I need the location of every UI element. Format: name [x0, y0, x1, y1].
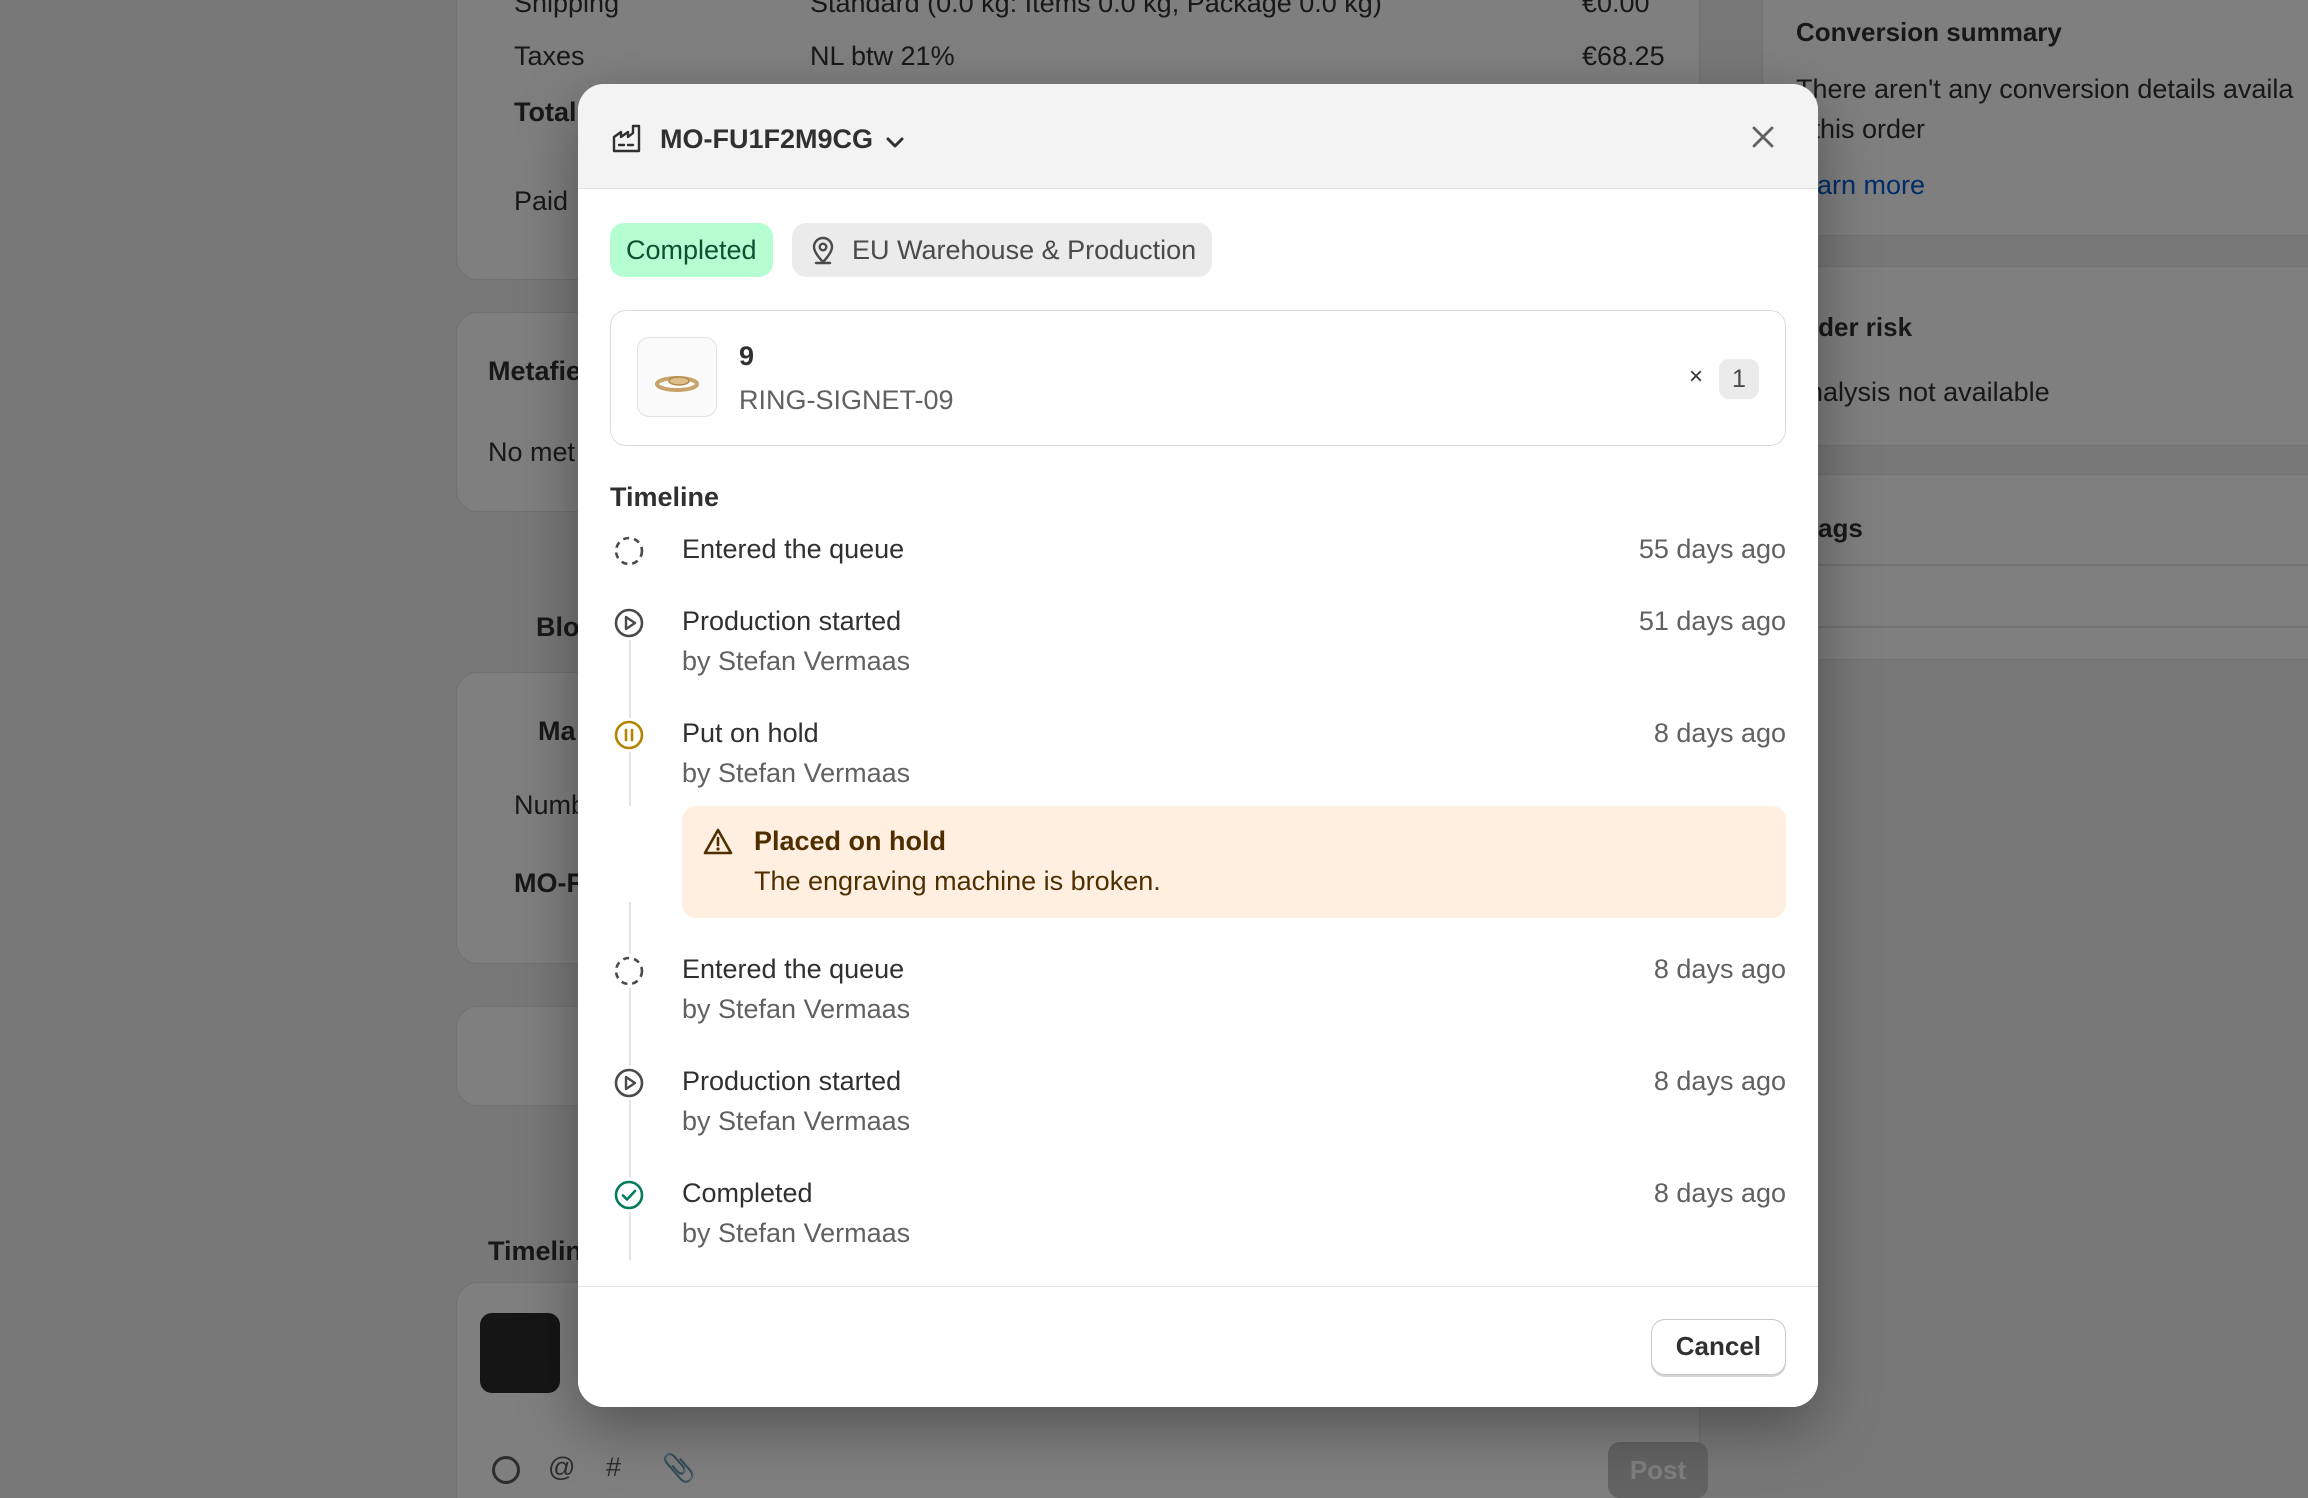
event-time: 8 days ago [1653, 1066, 1786, 1096]
status-badge: Completed [610, 223, 773, 277]
event-author: by Stefan Vermaas [682, 1218, 911, 1248]
modal-title[interactable]: MO-FU1F2M9CG [660, 124, 873, 155]
item-name: 9 [739, 341, 755, 371]
event-label: Production started [682, 606, 902, 636]
queue-icon [612, 534, 646, 568]
event-author: by Stefan Vermaas [682, 758, 911, 788]
manufacturing-icon [612, 124, 641, 153]
event-time: 8 days ago [1653, 718, 1786, 748]
location-label: EU Warehouse & Production [852, 235, 1197, 265]
cancel-button[interactable]: Cancel [1650, 1319, 1786, 1375]
queue-icon [612, 954, 646, 988]
play-icon [612, 1066, 646, 1100]
event-label: Entered the queue [682, 954, 905, 984]
hold-notice: Placed on hold The engraving machine is … [682, 806, 1786, 918]
ring-image [655, 376, 699, 392]
event-label: Entered the queue [682, 534, 905, 564]
timeline-title: Timeline [610, 482, 720, 512]
modal-footer: Cancel [578, 1286, 1818, 1407]
manufacturing-order-modal: MO-FU1F2M9CG Completed EU Warehouse & Pr… [578, 84, 1818, 1407]
hold-notice-description: The engraving machine is broken. [754, 866, 1161, 896]
product-image [637, 337, 717, 417]
event-label: Put on hold [682, 718, 819, 748]
event-time: 8 days ago [1653, 1178, 1786, 1208]
event-time: 55 days ago [1638, 534, 1786, 564]
event-label: Production started [682, 1066, 902, 1096]
pause-icon [612, 718, 646, 752]
multiply-sign: × [1688, 363, 1703, 390]
quantity-badge: 1 [1719, 359, 1759, 399]
event-time: 8 days ago [1653, 954, 1786, 984]
hold-notice-title: Placed on hold [754, 826, 947, 856]
location-pin-icon [812, 236, 834, 265]
warning-icon [703, 828, 733, 855]
event-author: by Stefan Vermaas [682, 1106, 911, 1136]
line-item: 9 RING-SIGNET-09 × 1 [610, 310, 1786, 446]
item-sku: RING-SIGNET-09 [739, 385, 954, 415]
location-badge: EU Warehouse & Production [792, 223, 1213, 277]
event-author: by Stefan Vermaas [682, 646, 911, 676]
event-label: Completed [682, 1178, 813, 1208]
check-circle-icon [612, 1178, 646, 1212]
modal-header: MO-FU1F2M9CG [578, 84, 1818, 189]
event-time: 51 days ago [1638, 606, 1786, 636]
chevron-down-icon[interactable] [884, 132, 906, 154]
event-author: by Stefan Vermaas [682, 994, 911, 1024]
play-icon [612, 606, 646, 640]
close-icon[interactable] [1746, 120, 1780, 154]
